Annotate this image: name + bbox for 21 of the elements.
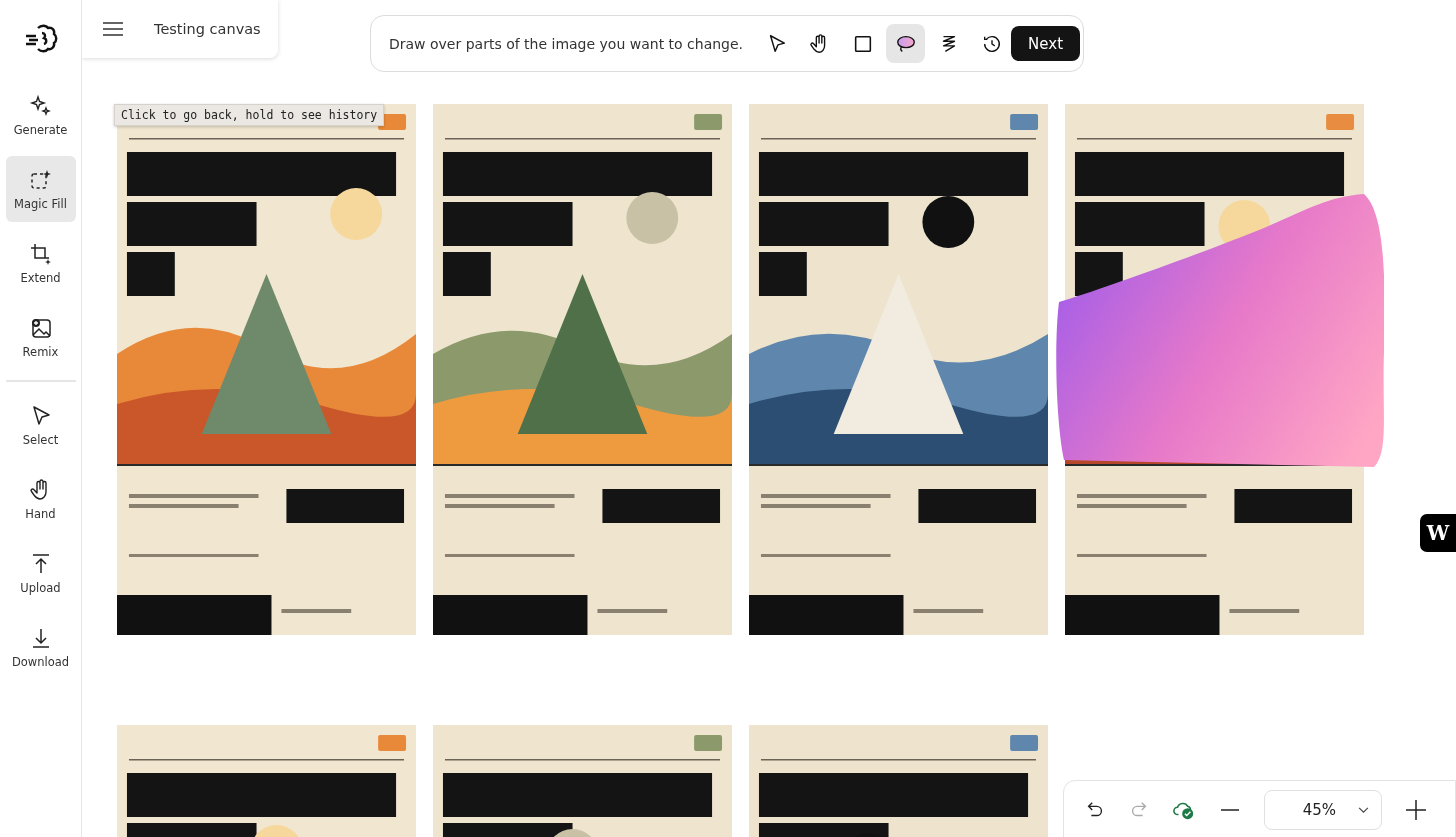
- lasso-tool[interactable]: [886, 24, 926, 63]
- sidebar-item[interactable]: Remix: [5, 304, 76, 370]
- side-badge[interactable]: W: [1420, 514, 1456, 552]
- zoom-dropdown[interactable]: 45%: [1264, 790, 1382, 830]
- sparkle-icon: [28, 93, 53, 118]
- caret-icon: [1358, 806, 1369, 814]
- canvas-title: Testing canvas: [154, 21, 261, 37]
- sidebar-item[interactable]: Download: [5, 614, 76, 680]
- sidebar-item[interactable]: Extend: [5, 230, 76, 296]
- next-button[interactable]: Next: [1011, 26, 1080, 61]
- sidebar-item[interactable]: Magic Fill: [5, 156, 76, 222]
- brain-logo-icon: [23, 24, 58, 54]
- sidebar-item[interactable]: Hand: [5, 466, 76, 532]
- zoom-in-icon[interactable]: [1404, 798, 1428, 822]
- sidebar-item[interactable]: Upload: [5, 540, 76, 606]
- sidebar-item[interactable]: Select: [5, 392, 76, 458]
- sidebar-item[interactable]: Generate: [5, 82, 76, 148]
- crop-icon: [28, 241, 53, 266]
- tooltip: Click to go back, hold to see history: [114, 104, 385, 126]
- instruction-text: Draw over parts of the image you want to change.: [389, 35, 744, 52]
- menu-icon[interactable]: [102, 21, 124, 37]
